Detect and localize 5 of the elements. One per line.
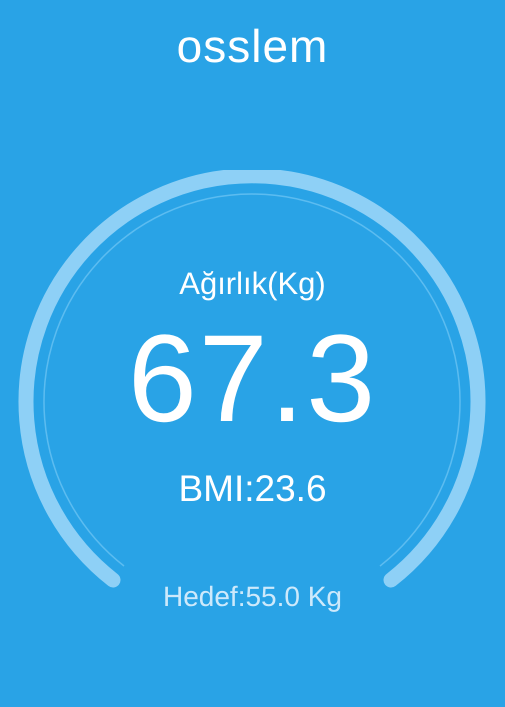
goal-text: Hedef:55.0 Kg [162, 580, 342, 614]
bmi-value: BMI:23.6 [178, 468, 327, 510]
app-title: osslem [176, 19, 328, 74]
weight-label: Ağırlık(Kg) [179, 266, 326, 302]
weight-value: 67.3 [128, 314, 378, 444]
